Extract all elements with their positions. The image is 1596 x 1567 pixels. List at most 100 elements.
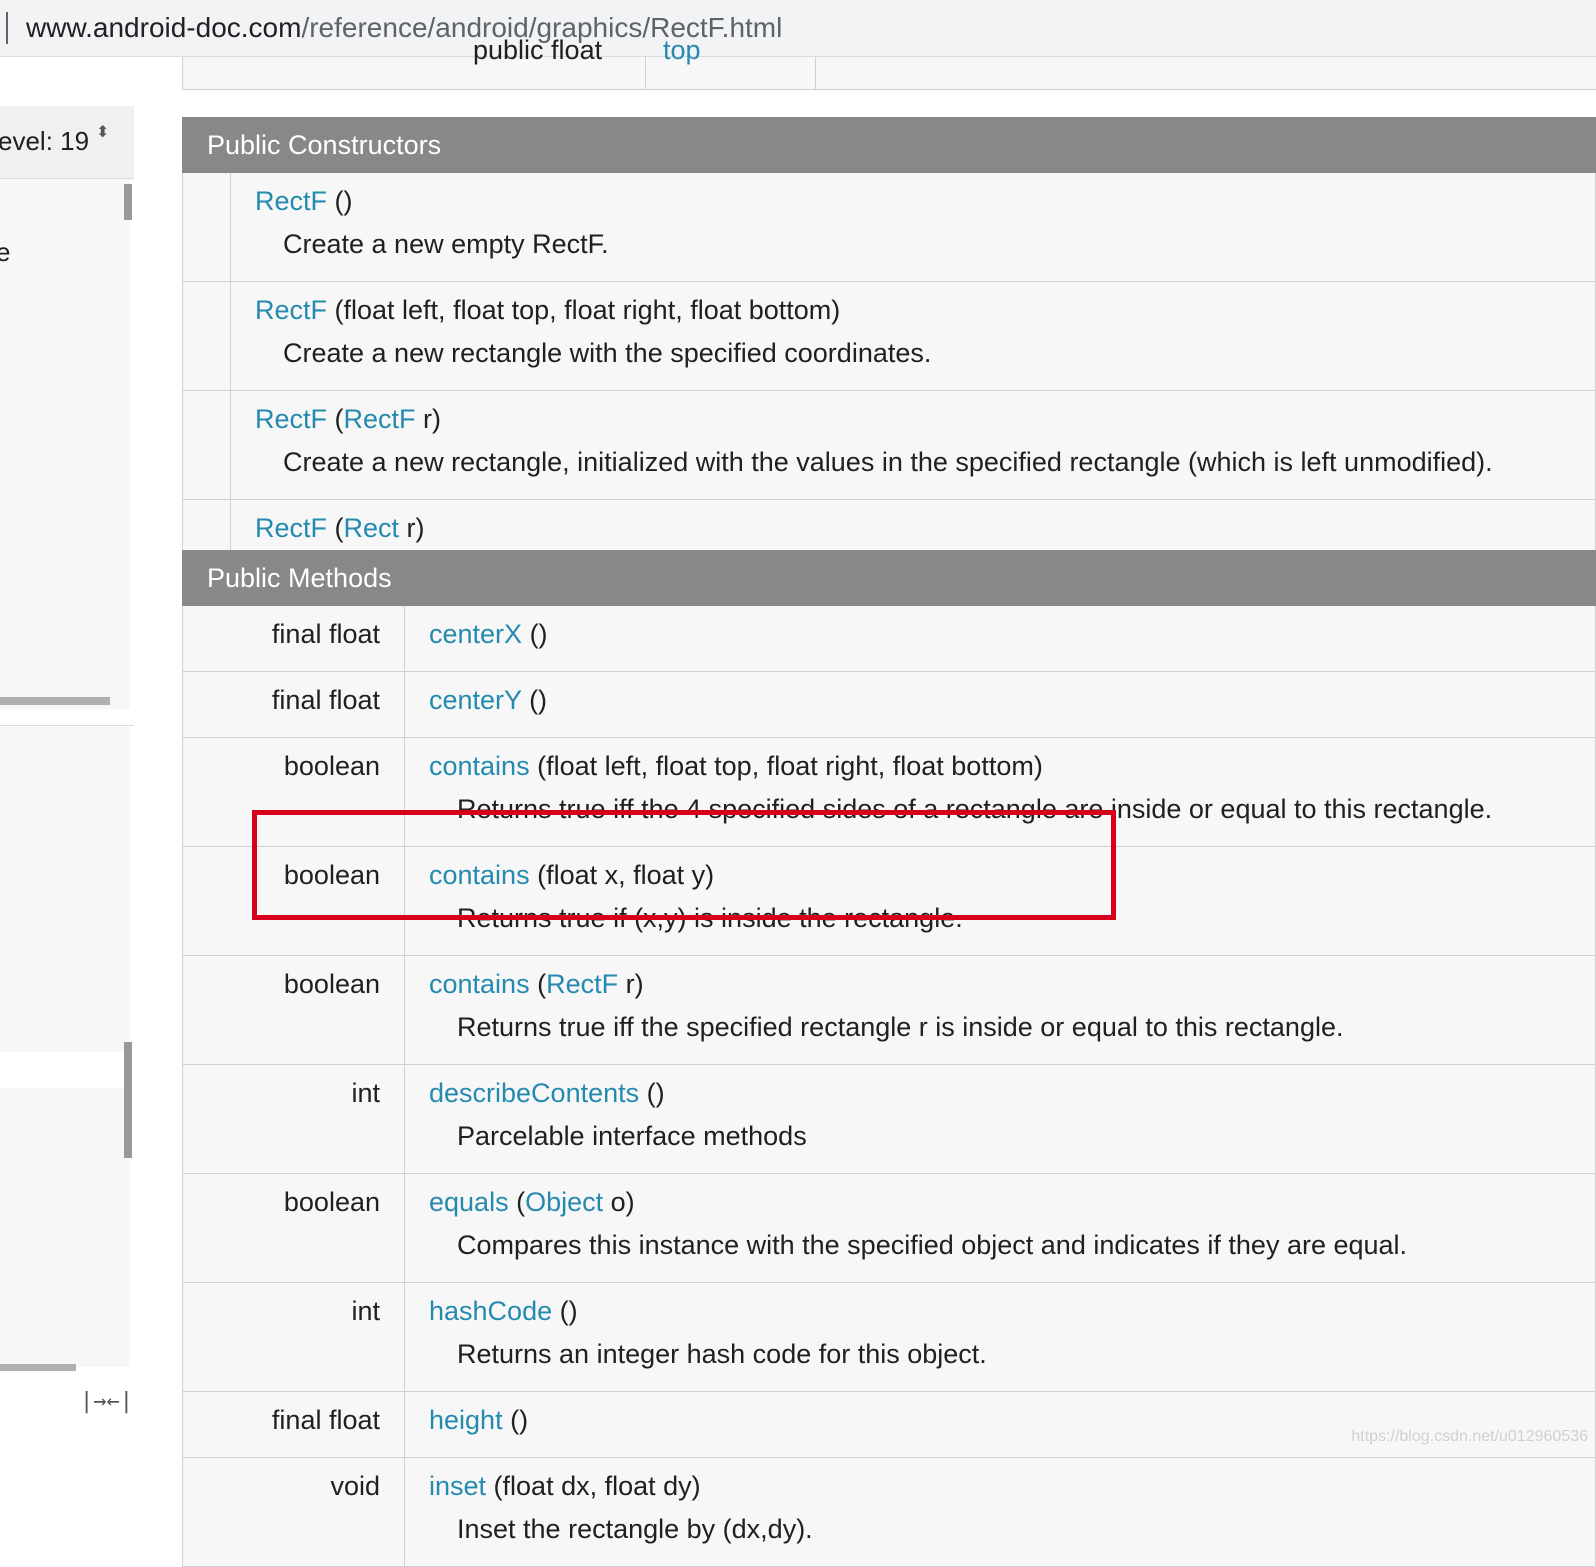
member-args: () (327, 186, 353, 216)
member-args: () (639, 1078, 665, 1108)
method-row: boolean contains (RectF r) Returns true if… (182, 955, 1596, 1065)
member-description: Returns an integer hash code for this ob… (457, 1339, 987, 1369)
class-nav-vscrollbar[interactable] (124, 1042, 132, 1158)
selected-class-item[interactable] (0, 1052, 130, 1088)
member-args-close: r) (399, 513, 425, 543)
signature: centerY () (429, 684, 1595, 716)
field-type: public float (473, 35, 603, 65)
member-args: () (552, 1296, 578, 1326)
member-link[interactable]: RectF (255, 186, 327, 216)
constructor-row: RectF (RectF r) Create a new rectangle, i… (182, 390, 1596, 500)
signature: centerX () (429, 618, 1595, 650)
package-nav-pane[interactable]: e (0, 179, 130, 709)
member-args: () (522, 619, 548, 649)
left-sidebar: evel: 19 ⬍ e |→←| (0, 57, 134, 1454)
red-highlight-box (252, 810, 1116, 920)
member-description: Create a new rectangle with the specifie… (283, 338, 932, 368)
member-args-open: ( (508, 1187, 526, 1217)
return-type: final float (182, 671, 405, 738)
return-type: int (182, 1282, 405, 1392)
method-cell: hashCode () Returns an integer hash code … (404, 1282, 1596, 1392)
member-args-open: ( (529, 969, 547, 999)
member-args-open: ( (327, 404, 344, 434)
signature: RectF (RectF r) (255, 403, 1595, 435)
arg-type-link[interactable]: Rect (344, 513, 400, 543)
select-arrows-icon: ⬍ (96, 124, 110, 141)
member-args: () (502, 1405, 529, 1435)
member-description: Inset the rectangle by (dx,dy). (457, 1514, 813, 1544)
public-constructors-header: Public Constructors (182, 117, 1596, 173)
member-args: (float dx, float dy) (486, 1471, 701, 1501)
class-nav-pane[interactable] (0, 727, 130, 1367)
member-description: Create a new rectangle, initialized with… (283, 447, 1493, 477)
member-description: Parcelable interface methods (457, 1121, 807, 1151)
member-link[interactable]: RectF (255, 513, 327, 543)
package-nav-vscrollbar[interactable] (124, 184, 132, 220)
text-cursor (6, 12, 8, 44)
member-link[interactable]: describeContents (429, 1078, 639, 1108)
sync-toc-icon[interactable]: |→←| (80, 1389, 133, 1414)
public-methods-table: Public Methods final float centerX () fina… (182, 550, 1596, 1567)
member-link[interactable]: centerX (429, 619, 522, 649)
member-args-close: r) (415, 404, 442, 434)
constructor-cell: RectF (RectF r) Create a new rectangle, i… (230, 390, 1596, 500)
method-row: boolean equals (Object o) Compares this in… (182, 1173, 1596, 1283)
method-cell: equals (Object o) Compares this instance … (404, 1173, 1596, 1283)
constructor-cell: RectF (float left, float top, float righ… (230, 281, 1596, 391)
public-constructors-table: Public Constructors RectF () Create a new… (182, 117, 1596, 566)
return-type: int (182, 1064, 405, 1174)
arg-type-link[interactable]: RectF (344, 404, 416, 434)
empty-cell (182, 281, 231, 391)
package-nav-hscrollbar[interactable] (0, 697, 110, 705)
signature: hashCode () (429, 1295, 1595, 1327)
nav-item-fragment[interactable]: e (0, 237, 10, 268)
member-args-close: r) (618, 969, 644, 999)
member-link[interactable]: RectF (255, 404, 327, 434)
member-args-close: o) (603, 1187, 635, 1217)
api-level-label: evel: 19 (0, 126, 90, 156)
member-args-open: ( (327, 513, 344, 543)
signature: RectF (Rect r) (255, 512, 1595, 544)
signature: inset (float dx, float dy) (429, 1470, 1595, 1502)
arg-type-link[interactable]: Object (525, 1187, 603, 1217)
method-row: int hashCode () Returns an integer hash co… (182, 1282, 1596, 1392)
address-bar[interactable]: www.android-doc.com/reference/android/gr… (0, 0, 1596, 57)
method-row: final float centerY () (182, 671, 1596, 738)
return-type: void (182, 1457, 405, 1567)
signature: RectF () (255, 185, 1595, 217)
method-cell: inset (float dx, float dy) Inset the rect… (404, 1457, 1596, 1567)
member-args: (float left, float top, float right, flo… (327, 295, 841, 325)
method-cell: height () (404, 1391, 1596, 1458)
member-link[interactable]: inset (429, 1471, 486, 1501)
method-row: final float centerX () (182, 605, 1596, 672)
arg-type-link[interactable]: RectF (546, 969, 618, 999)
constructor-row: RectF (float left, float top, float righ… (182, 281, 1596, 391)
member-link[interactable]: RectF (255, 295, 327, 325)
empty-cell (182, 172, 231, 282)
member-link[interactable]: contains (429, 751, 530, 781)
url-host: www.android-doc.com (26, 12, 302, 43)
method-cell: centerX () (404, 605, 1596, 672)
member-link[interactable]: hashCode (429, 1296, 552, 1326)
watermark: https://blog.csdn.net/u012960536 (1351, 1428, 1588, 1445)
field-link[interactable]: top (663, 35, 701, 66)
member-link[interactable]: equals (429, 1187, 509, 1217)
member-link[interactable]: centerY (429, 685, 522, 715)
method-cell: centerY () (404, 671, 1596, 738)
signature: contains (RectF r) (429, 968, 1595, 1000)
class-nav-hscrollbar[interactable] (0, 1364, 76, 1371)
member-link[interactable]: contains (429, 969, 530, 999)
return-type: final float (182, 1391, 405, 1458)
empty-cell (182, 390, 231, 500)
signature: contains (float left, float top, float r… (429, 750, 1595, 782)
pane-divider[interactable] (0, 725, 134, 726)
signature: describeContents () (429, 1077, 1595, 1109)
return-type: boolean (182, 1173, 405, 1283)
member-description: Create a new empty RectF. (283, 229, 609, 259)
method-cell: describeContents () Parcelable interface … (404, 1064, 1596, 1174)
api-level-select[interactable]: evel: 19 ⬍ (0, 106, 134, 179)
member-args: (float left, float top, float right, flo… (529, 751, 1043, 781)
method-row: void inset (float dx, float dy) Inset the … (182, 1457, 1596, 1567)
constructor-row: RectF () Create a new empty RectF. (182, 172, 1596, 282)
member-link[interactable]: height (429, 1405, 503, 1435)
